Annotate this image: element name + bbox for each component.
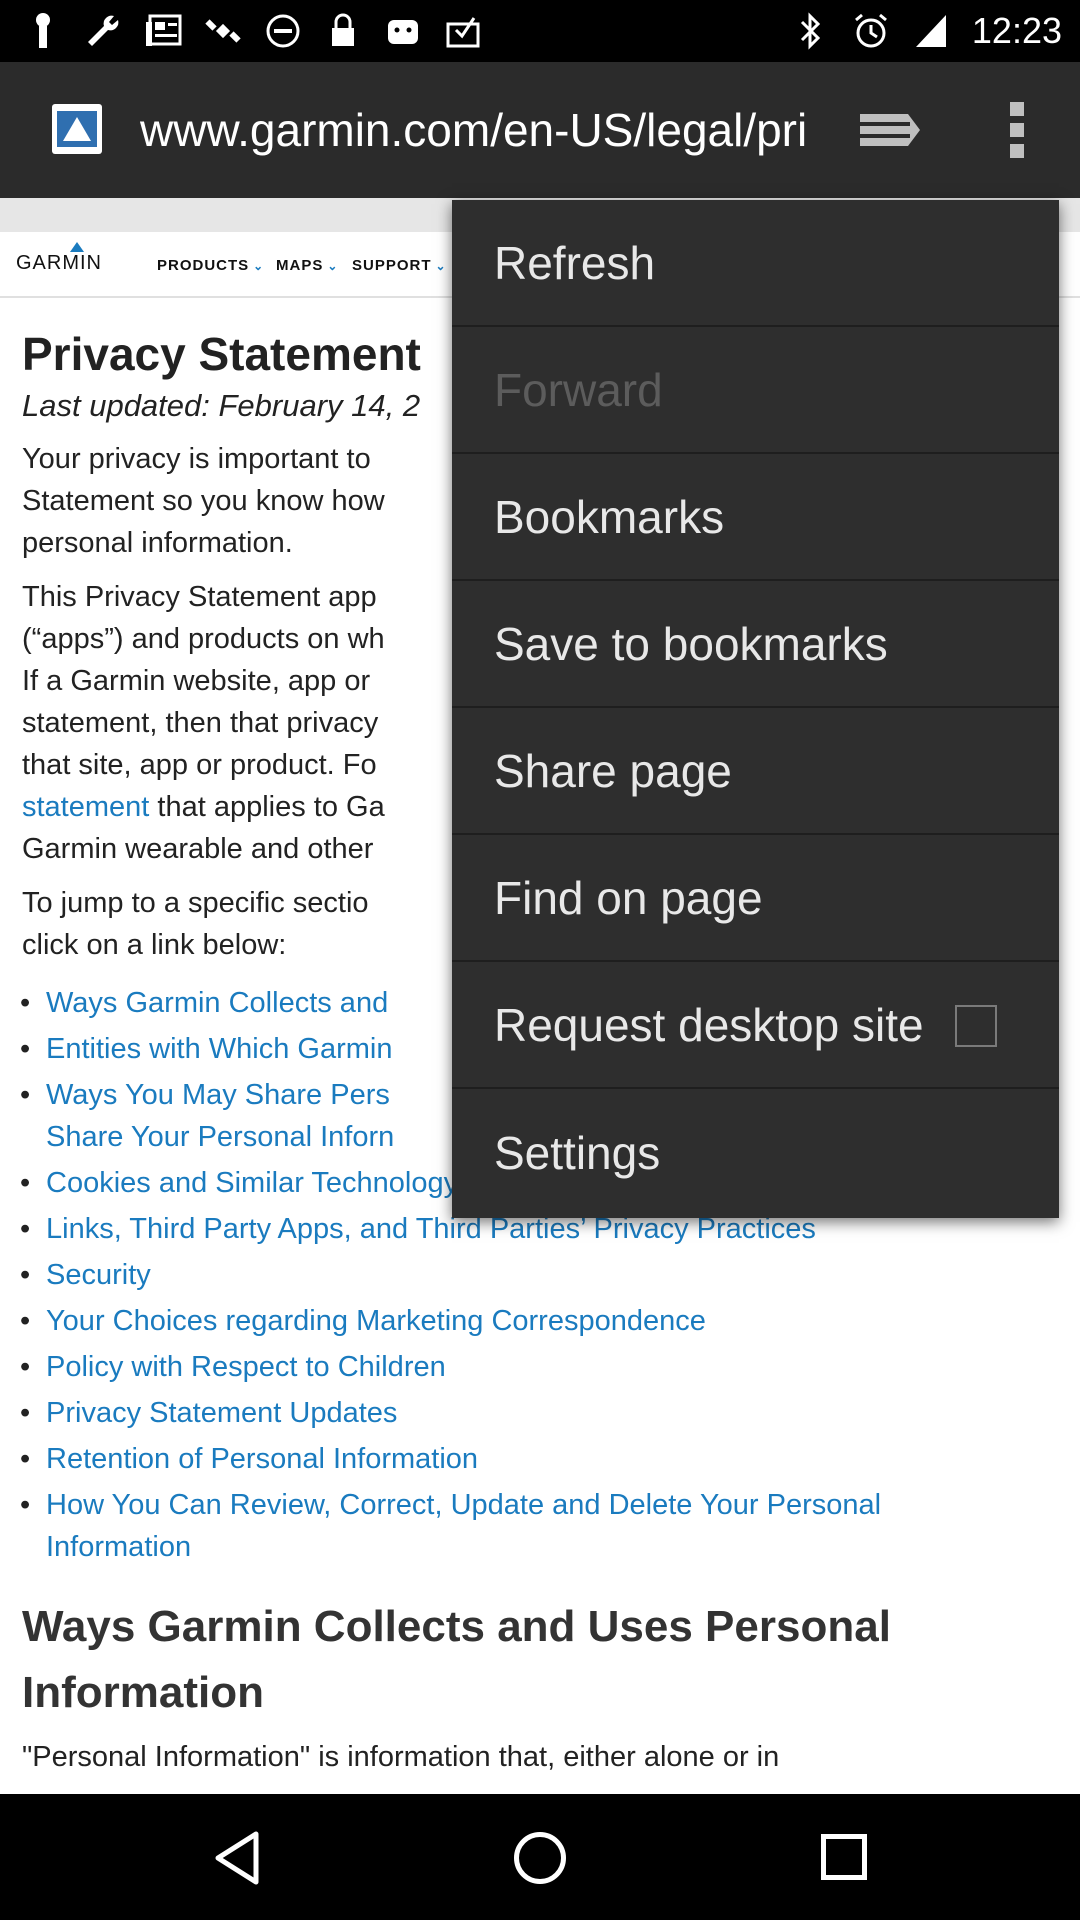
menu-item-settings[interactable]: Settings [452,1089,1059,1216]
overflow-menu: Refresh Forward Bookmarks Save to bookma… [452,200,1059,1218]
menu-item-find-on-page[interactable]: Find on page [452,835,1059,962]
status-bar: 12:23 [0,0,1080,62]
chevron-down-icon: ⌄ [327,259,339,273]
list-item[interactable]: Retention of Personal Information [20,1438,1062,1480]
desktop-site-checkbox[interactable] [955,1005,997,1047]
menu-item-forward: Forward [452,327,1059,454]
browser-toolbar: www.garmin.com/en-US/legal/privacy-state… [0,62,1080,198]
signal-icon [912,10,950,52]
nav-maps[interactable]: MAPS ⌄ [276,257,338,274]
wrench-icon [84,10,122,52]
back-icon [215,1831,259,1885]
list-item[interactable]: Policy with Respect to Children [20,1346,1062,1388]
menu-item-save-to-bookmarks[interactable]: Save to bookmarks [452,581,1059,708]
menu-item-request-desktop-site[interactable]: Request desktop site [452,962,1059,1089]
tabs-button[interactable] [858,100,922,160]
list-item[interactable]: Security [20,1254,1062,1296]
list-item[interactable]: Privacy Statement Updates [20,1392,1062,1434]
section-heading: Ways Garmin Collects and Uses Personal I… [22,1602,891,1717]
section-paragraph: "Personal Information" is information th… [22,1741,780,1773]
site-favicon [52,104,102,154]
lock-icon [324,10,362,52]
menu-item-bookmarks[interactable]: Bookmarks [452,454,1059,581]
menu-item-refresh[interactable]: Refresh [452,200,1059,327]
overflow-menu-button[interactable] [1000,98,1034,162]
dnd-icon [264,10,302,52]
home-button[interactable] [514,1832,566,1884]
chevron-down-icon: ⌄ [253,259,265,273]
menu-item-share-page[interactable]: Share page [452,708,1059,835]
nav-products[interactable]: PRODUCTS ⌄ [157,257,264,274]
menu-dot-icon [1010,144,1024,158]
statement-link[interactable]: statement [22,791,149,823]
news-icon [144,10,182,52]
url-field[interactable]: www.garmin.com/en-US/legal/privacy-state… [140,102,805,158]
tabs-icon [860,114,920,146]
list-item[interactable]: How You Can Review, Correct, Update and … [20,1484,1062,1568]
chevron-down-icon: ⌄ [435,259,447,273]
satellite-icon [204,10,242,52]
android-icon [384,10,422,52]
logo-triangle-icon [70,242,84,252]
nav-support[interactable]: SUPPORT ⌄ [352,257,447,274]
notification-icon [24,10,62,52]
bluetooth-icon [792,10,830,52]
alarm-icon [852,10,890,52]
system-nav-bar [0,1794,1080,1920]
recents-button[interactable] [821,1834,867,1880]
clock-time: 12:23 [971,10,1062,51]
menu-dot-icon [1010,123,1024,137]
back-button[interactable] [212,1830,262,1886]
list-item[interactable]: Your Choices regarding Marketing Corresp… [20,1300,1062,1342]
menu-dot-icon [1010,102,1024,116]
garmin-logo[interactable]: GARMIN [16,242,102,275]
inbox-icon [444,10,482,52]
